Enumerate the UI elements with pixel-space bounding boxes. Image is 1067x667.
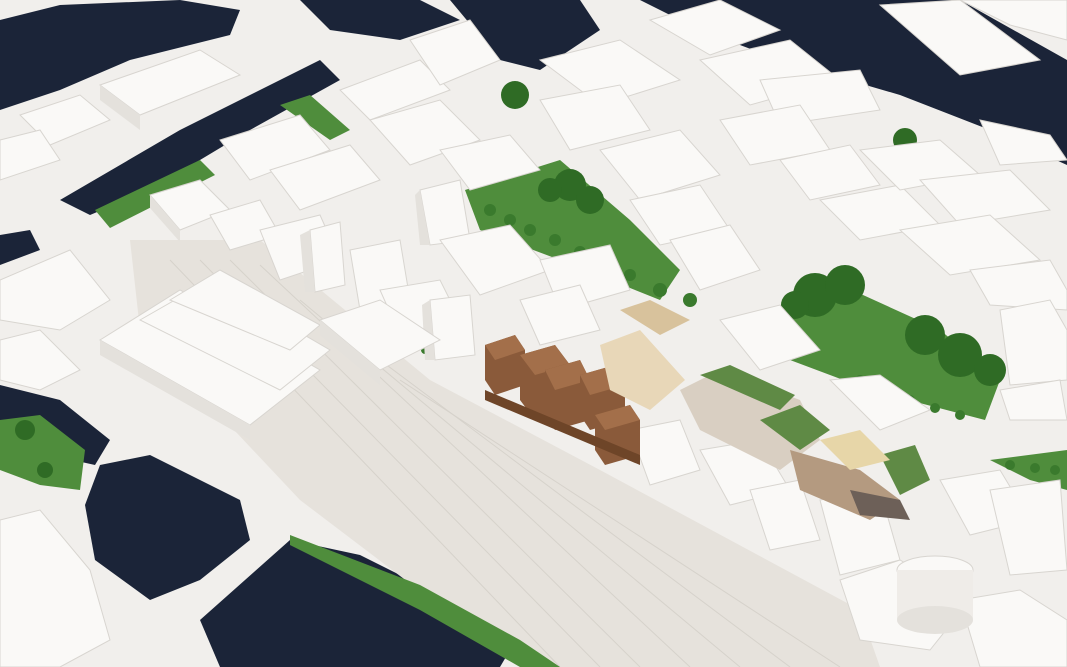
aerial-city-render [0,0,1067,667]
round-tower [896,555,974,634]
